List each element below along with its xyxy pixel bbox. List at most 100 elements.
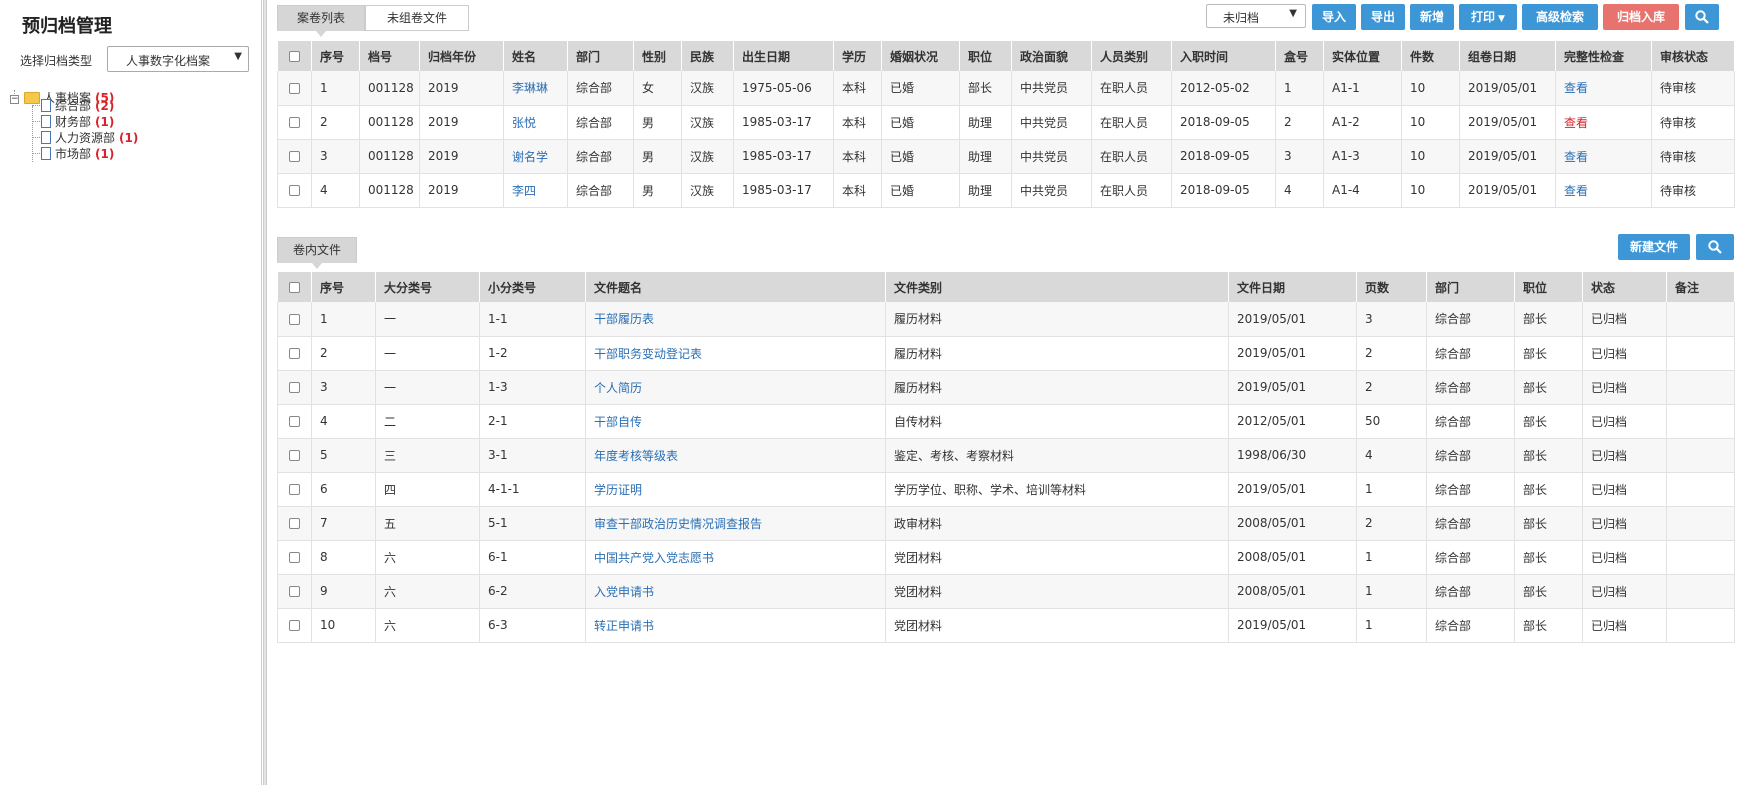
tab-volume-list[interactable]: 案卷列表 (277, 5, 365, 37)
tab-volume-files[interactable]: 卷内文件 (277, 237, 357, 269)
table-row[interactable]: 7 五 5-1 审查干部政治历史情况调查报告 政审材料 2008/05/01 2 综合部 部长已… (277, 506, 1735, 541)
table-row[interactable]: 1 一 1-1 干部履历表 履历材料 2019/05/01 3 综合部 部长 已归档 (277, 302, 1735, 337)
column-header[interactable]: 职位 (959, 41, 1012, 71)
column-header[interactable]: 人员类别 (1091, 41, 1172, 71)
checkbox[interactable] (289, 82, 300, 94)
column-header[interactable]: 部门 (567, 41, 634, 71)
column-header[interactable]: 学历 (833, 41, 882, 71)
view-check-link[interactable]: 查看 (1555, 139, 1652, 174)
file-title-link[interactable]: 入党申请书 (585, 574, 886, 609)
archive-type-select[interactable]: 人事数字化档案 ▼ (107, 46, 249, 72)
column-header[interactable]: 部门 (1426, 272, 1515, 302)
column-header[interactable]: 入职时间 (1171, 41, 1276, 71)
column-header[interactable]: 文件类别 (885, 272, 1229, 302)
tree-node-dept[interactable]: 市场部 (1) (41, 146, 114, 162)
checkbox[interactable] (289, 185, 300, 196)
checkbox[interactable] (289, 348, 300, 359)
table-row[interactable]: 2 001128 2019 张悦 综合部男汉族 1985-03-17 本科 已婚 助理 中共党员在… (277, 105, 1735, 140)
file-title-link[interactable]: 学历证明 (585, 472, 886, 507)
person-name-link[interactable]: 张悦 (503, 105, 568, 140)
table-row[interactable]: 1 001128 2019 李琳琳 综合部女汉族 1975-05-06 本科 已婚 部长 中共党员… (277, 71, 1735, 106)
column-header[interactable]: 出生日期 (733, 41, 834, 71)
column-header[interactable]: 件数 (1401, 41, 1460, 71)
add-button[interactable]: 新增 (1410, 4, 1454, 30)
checkbox[interactable] (288, 51, 300, 62)
table-row[interactable]: 5 三 3-1 年度考核等级表 鉴定、考核、考察材料 1998/06/30 4 综合部 部长 已归… (277, 438, 1735, 473)
file-title-link[interactable]: 年度考核等级表 (585, 438, 886, 473)
file-title-link[interactable]: 审查干部政治历史情况调查报告 (585, 506, 886, 541)
column-header[interactable]: 职位 (1514, 272, 1583, 302)
checkbox[interactable] (289, 518, 300, 529)
column-header[interactable]: 完整性检查 (1555, 41, 1652, 71)
print-button[interactable]: 打印 ▼ (1459, 4, 1517, 30)
checkbox[interactable] (289, 552, 300, 563)
column-header[interactable]: 民族 (681, 41, 734, 71)
file-title-link[interactable]: 转正申请书 (585, 608, 886, 643)
column-header[interactable]: 序号 (311, 272, 376, 302)
column-header[interactable]: 大分类号 (375, 272, 480, 302)
table-row[interactable]: 3 一 1-3 个人简历 履历材料 2019/05/01 2 综合部 部长 已归档 (277, 370, 1735, 405)
table-row[interactable]: 6 四 4-1-1 学历证明 学历学位、职称、学术、培训等材料 2019/05/01 1 综合… (277, 472, 1735, 507)
archive-status-select[interactable]: 未归档 ▼ (1206, 4, 1306, 28)
file-title-link[interactable]: 个人简历 (585, 370, 886, 405)
checkbox[interactable] (289, 586, 300, 597)
export-button[interactable]: 导出 (1361, 4, 1405, 30)
checkbox[interactable] (289, 620, 300, 631)
person-name-link[interactable]: 李琳琳 (503, 71, 568, 106)
table-row[interactable]: 4 二 2-1 干部自传 自传材料 2012/05/01 50 综合部 部长 已归档 (277, 404, 1735, 439)
column-header[interactable]: 盒号 (1275, 41, 1324, 71)
person-name-link[interactable]: 谢名学 (503, 139, 568, 174)
person-name-link[interactable]: 李四 (503, 173, 568, 208)
file-title-link[interactable]: 中国共产党入党志愿书 (585, 540, 886, 575)
tree-node-dept[interactable]: 财务部 (1) (41, 114, 114, 130)
checkbox[interactable] (289, 117, 300, 128)
column-header[interactable]: 文件日期 (1228, 272, 1357, 302)
search-button[interactable] (1685, 4, 1719, 30)
column-header[interactable]: 档号 (359, 41, 420, 71)
file-title-link[interactable]: 干部履历表 (585, 302, 886, 337)
import-button[interactable]: 导入 (1312, 4, 1356, 30)
file-search-button[interactable] (1696, 234, 1734, 260)
column-header[interactable]: 婚姻状况 (881, 41, 960, 71)
column-header[interactable]: 姓名 (503, 41, 568, 71)
table-row[interactable]: 3 001128 2019 谢名学 综合部男汉族 1985-03-17 本科 已婚 助理 中共党员… (277, 139, 1735, 174)
column-header[interactable]: 备注 (1666, 272, 1735, 302)
archive-button[interactable]: 归档入库 (1603, 4, 1679, 30)
file-title-link[interactable]: 干部自传 (585, 404, 886, 439)
checkbox[interactable] (289, 382, 300, 393)
column-header[interactable]: 审核状态 (1651, 41, 1735, 71)
view-check-link[interactable]: 查看 (1555, 105, 1652, 140)
column-header[interactable]: 实体位置 (1323, 41, 1402, 71)
panel-splitter[interactable] (263, 0, 267, 785)
table-row[interactable]: 9 六 6-2 入党申请书 党团材料 2008/05/01 1 综合部 部长 已归档 (277, 574, 1735, 609)
column-header[interactable]: 状态 (1582, 272, 1667, 302)
column-header[interactable]: 归档年份 (419, 41, 504, 71)
column-header[interactable]: 组卷日期 (1459, 41, 1556, 71)
column-header[interactable]: 文件题名 (585, 272, 886, 302)
file-title-link[interactable]: 干部职务变动登记表 (585, 336, 886, 371)
tree-node-dept[interactable]: 人力资源部 (1) (41, 130, 138, 146)
column-header[interactable]: 性别 (633, 41, 682, 71)
column-header[interactable]: 序号 (311, 41, 360, 71)
tree-node-dept[interactable]: 综合部 (2) (41, 98, 114, 114)
table-row[interactable]: 2 一 1-2 干部职务变动登记表 履历材料 2019/05/01 2 综合部 部长 已归档 (277, 336, 1735, 371)
column-header[interactable]: 政治面貌 (1011, 41, 1092, 71)
new-file-button[interactable]: 新建文件 (1618, 234, 1690, 260)
collapse-icon[interactable]: − (10, 95, 19, 104)
column-header[interactable]: 小分类号 (479, 272, 586, 302)
checkbox[interactable] (289, 450, 300, 461)
advanced-search-button[interactable]: 高级检索 (1522, 4, 1598, 30)
checkbox[interactable] (289, 151, 300, 162)
table-row[interactable]: 10 六 6-3 转正申请书 党团材料 2019/05/01 1 综合部 部长 已归档 (277, 608, 1735, 643)
table-row[interactable]: 4 001128 2019 李四 综合部男汉族 1985-03-17 本科 已婚 助理 中共党员在… (277, 173, 1735, 208)
tab-unbound-files[interactable]: 未组卷文件 (365, 5, 469, 31)
view-check-link[interactable]: 查看 (1555, 71, 1652, 106)
document-icon (41, 147, 51, 160)
table-row[interactable]: 8 六 6-1 中国共产党入党志愿书 党团材料 2008/05/01 1 综合部 部长 已归档 (277, 540, 1735, 575)
checkbox[interactable] (289, 484, 300, 495)
checkbox[interactable] (288, 282, 300, 293)
checkbox[interactable] (289, 416, 300, 427)
view-check-link[interactable]: 查看 (1555, 173, 1652, 208)
checkbox[interactable] (289, 313, 300, 325)
column-header[interactable]: 页数 (1356, 272, 1427, 302)
